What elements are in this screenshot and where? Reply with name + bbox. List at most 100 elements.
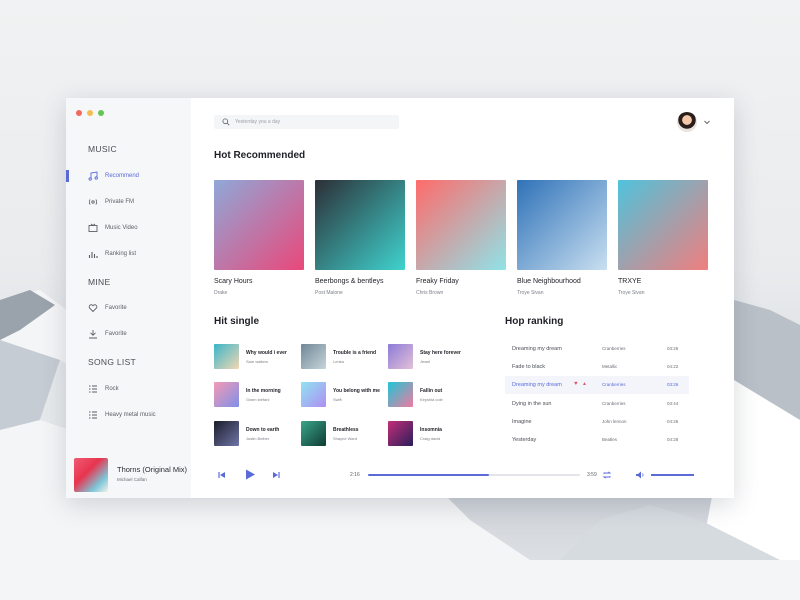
ranking-duration: 04:26 bbox=[667, 419, 679, 424]
video-icon bbox=[88, 223, 98, 232]
song-thumbnail bbox=[301, 382, 326, 407]
search-bar[interactable]: Yesterday you a day bbox=[214, 115, 399, 129]
music-app-window: MUSIC Recommend Private FM Music Video R… bbox=[66, 98, 734, 498]
song-artist: Swift bbox=[333, 397, 342, 402]
album-artist[interactable]: Troye Sivan bbox=[517, 290, 544, 296]
ranking-song-title: Dreaming my dream bbox=[512, 346, 562, 352]
user-avatar[interactable] bbox=[677, 112, 697, 132]
heart-icon[interactable]: ♥ bbox=[574, 381, 578, 387]
sidebar-item-music-video[interactable]: Music Video bbox=[66, 220, 191, 236]
song-title: Breathless bbox=[333, 427, 359, 433]
ranking-song-title: Imagine bbox=[512, 419, 532, 425]
hit-single-item[interactable]: Insomnia Craig david bbox=[388, 421, 468, 447]
sidebar-item-ranking-list[interactable]: Ranking list bbox=[66, 246, 191, 262]
list-icon bbox=[89, 411, 97, 419]
song-thumbnail bbox=[214, 344, 239, 369]
ranking-artist: Cranberries bbox=[602, 382, 626, 387]
ranking-row[interactable]: Imagine John lennon 04:26 bbox=[505, 413, 689, 431]
song-thumbnail bbox=[301, 344, 326, 369]
sidebar-item-private-fm[interactable]: Private FM bbox=[66, 194, 191, 210]
ranking-row-active[interactable]: Dreaming my dream ♥ ▲ Cranberries 03:26 bbox=[505, 376, 689, 394]
hit-single-item[interactable]: In the morning Gwen stefani bbox=[214, 382, 294, 408]
song-artist: Shayne Ward bbox=[333, 436, 358, 441]
hit-single-item[interactable]: Stay here forever Jewel bbox=[388, 344, 468, 370]
album-artist[interactable]: Post Malone bbox=[315, 290, 343, 296]
close-dot[interactable] bbox=[76, 110, 82, 116]
now-playing-cover[interactable] bbox=[74, 458, 108, 492]
search-input[interactable]: Yesterday you a day bbox=[235, 119, 280, 125]
sidebar-item-label: Private FM bbox=[105, 199, 135, 205]
album-cover[interactable] bbox=[214, 180, 304, 270]
song-title: You belong with me bbox=[333, 388, 380, 394]
now-playing-title: Thorns (Original Mix) bbox=[117, 465, 188, 474]
song-title: Stay here forever bbox=[420, 350, 461, 356]
song-artist: Sam walters bbox=[246, 359, 269, 364]
chevron-down-icon[interactable] bbox=[703, 118, 711, 126]
album-cover[interactable] bbox=[416, 180, 506, 270]
album-title[interactable]: Beerbongs & bentleys bbox=[315, 278, 384, 285]
sidebar-item-recommend[interactable]: Recommend bbox=[66, 168, 191, 184]
album-title[interactable]: TRXYE bbox=[618, 278, 641, 285]
ranking-row[interactable]: Fade to black Metallic 04:22 bbox=[505, 358, 689, 376]
upload-icon[interactable]: ▲ bbox=[582, 381, 587, 387]
song-artist: Craig david bbox=[420, 436, 441, 441]
song-thumbnail bbox=[388, 344, 413, 369]
hop-ranking-title: Hop ranking bbox=[505, 316, 564, 327]
sidebar-item-downloads[interactable]: Favorite bbox=[66, 326, 191, 342]
sidebar-item-favorite[interactable]: Favorite bbox=[66, 300, 191, 316]
song-title: Fallin out bbox=[420, 388, 443, 394]
album-cover[interactable] bbox=[517, 180, 607, 270]
song-artist: Justin Beiber bbox=[246, 436, 270, 441]
ranking-duration: 04:22 bbox=[667, 364, 679, 369]
song-title: Down to earth bbox=[246, 427, 280, 433]
heart-icon bbox=[88, 304, 98, 313]
hit-single-item[interactable]: Trouble is a friend Lenka bbox=[301, 344, 381, 370]
hit-single-item[interactable]: Down to earth Justin Beiber bbox=[214, 421, 294, 447]
play-icon[interactable] bbox=[243, 468, 256, 481]
hit-single-title: Hit single bbox=[214, 316, 260, 327]
radio-icon bbox=[88, 199, 98, 205]
album-cover[interactable] bbox=[618, 180, 708, 270]
album-title[interactable]: Scary Hours bbox=[214, 278, 253, 285]
ranking-song-title: Yesterday bbox=[512, 437, 537, 443]
ranking-row[interactable]: Yesterday Beatles 04:28 bbox=[505, 431, 689, 449]
progress-fill bbox=[368, 474, 489, 476]
now-playing-artist: Michael Calfan bbox=[117, 477, 147, 482]
main-content: Yesterday you a day Hot Recommended Scar… bbox=[191, 98, 734, 498]
sidebar-item-rock[interactable]: Rock bbox=[66, 381, 191, 397]
progress-bar[interactable] bbox=[368, 474, 580, 476]
ranking-duration: 04:28 bbox=[667, 437, 679, 442]
section-title-music: MUSIC bbox=[88, 144, 117, 154]
album-title[interactable]: Freaky Friday bbox=[416, 278, 459, 285]
hot-recommended-title: Hot Recommended bbox=[214, 150, 306, 161]
hit-single-item[interactable]: Why would i ever Sam walters bbox=[214, 344, 294, 370]
minimize-dot[interactable] bbox=[87, 110, 93, 116]
sidebar-item-label: Favorite bbox=[105, 331, 127, 337]
volume-icon[interactable] bbox=[635, 470, 645, 480]
album-artist[interactable]: Drake bbox=[214, 290, 227, 296]
maximize-dot[interactable] bbox=[98, 110, 104, 116]
album-title[interactable]: Blue Neighbourhood bbox=[517, 278, 581, 285]
song-thumbnail bbox=[301, 421, 326, 446]
next-icon[interactable] bbox=[271, 470, 281, 480]
search-icon bbox=[222, 118, 230, 126]
ranking-duration: 03:26 bbox=[667, 346, 679, 351]
ranking-row[interactable]: Dreaming my dream Cranberries 03:26 bbox=[505, 340, 689, 358]
hit-single-item[interactable]: Breathless Shayne Ward bbox=[301, 421, 381, 447]
sidebar-item-heavy-metal[interactable]: Heavy metal music bbox=[66, 407, 191, 423]
download-icon bbox=[89, 330, 97, 339]
song-thumbnail bbox=[214, 382, 239, 407]
album-cover[interactable] bbox=[315, 180, 405, 270]
ranking-song-title: Dying in the sun bbox=[512, 401, 552, 407]
album-artist[interactable]: Troye Sivan bbox=[618, 290, 645, 296]
repeat-icon[interactable] bbox=[602, 470, 612, 480]
ranking-row[interactable]: Dying in the sun Cranberries 03:44 bbox=[505, 395, 689, 413]
album-artist[interactable]: Chris Brown bbox=[416, 290, 443, 296]
section-title-song-list: SONG LIST bbox=[88, 357, 137, 367]
hit-single-item[interactable]: You belong with me Swift bbox=[301, 382, 381, 408]
song-title: In the morning bbox=[246, 388, 281, 394]
previous-icon[interactable] bbox=[217, 470, 227, 480]
ranking-artist: John lennon bbox=[602, 419, 627, 424]
volume-slider[interactable] bbox=[651, 474, 694, 476]
hit-single-item[interactable]: Fallin out Keyshia cole bbox=[388, 382, 468, 408]
